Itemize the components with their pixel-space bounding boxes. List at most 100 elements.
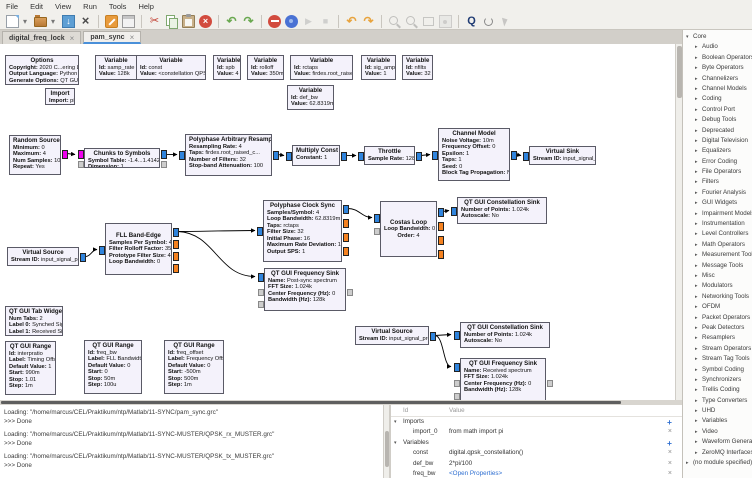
chevron-right-icon[interactable]: ▸	[695, 261, 698, 271]
block-costas-loop[interactable]: Costas LoopLoop Bandwidth: 0Order: 4	[380, 201, 437, 257]
msg-port[interactable]	[78, 161, 84, 168]
menu-edit[interactable]: Edit	[24, 0, 49, 13]
chevron-right-icon[interactable]: ▸	[695, 126, 698, 136]
tree-item-variables[interactable]: ▸Variables	[683, 416, 752, 426]
complex-port[interactable]	[432, 151, 438, 160]
complex-port[interactable]	[430, 332, 436, 341]
menu-run[interactable]: Run	[77, 0, 103, 13]
tab-close-icon[interactable]: ×	[70, 32, 75, 45]
block-fll-band-edge[interactable]: FLL Band-EdgeSamples Per Symbol: 4Filter…	[105, 223, 172, 275]
tab-close-icon[interactable]: ×	[130, 31, 135, 44]
msg-port[interactable]	[258, 301, 264, 308]
byte-port[interactable]	[62, 150, 68, 159]
var-value[interactable]: from math import pi	[449, 427, 503, 437]
rotate-cw-icon[interactable]	[362, 15, 375, 28]
copy-icon[interactable]	[165, 15, 178, 28]
complex-port[interactable]	[416, 152, 422, 161]
tree-item-deprecated[interactable]: ▸Deprecated	[683, 126, 752, 136]
tree-item-synchronizers[interactable]: ▸Synchronizers	[683, 375, 752, 385]
chevron-down-icon[interactable]: ▾	[394, 438, 397, 448]
zoom-in-icon[interactable]	[388, 15, 401, 28]
float-port[interactable]	[343, 233, 349, 242]
chevron-right-icon[interactable]: ▸	[695, 271, 698, 281]
tree-item-stream-operators[interactable]: ▸Stream Operators	[683, 344, 752, 354]
block-channel-model[interactable]: Channel ModelNoise Voltage: 10mFrequency…	[438, 128, 510, 181]
tree-item-type-converters[interactable]: ▸Type Converters	[683, 396, 752, 406]
cut-icon[interactable]	[148, 15, 161, 28]
open-file-dropdown-icon[interactable]	[51, 15, 58, 28]
add-button[interactable]: +	[667, 438, 672, 448]
block-virtual-source-2[interactable]: Virtual SourceStream ID: input_signal_pr…	[355, 326, 429, 345]
var-value[interactable]: <Open Properties>	[449, 469, 502, 478]
tree-item-math-operators[interactable]: ▸Math Operators	[683, 240, 752, 250]
new-file-icon[interactable]	[6, 15, 19, 28]
block-throttle[interactable]: ThrottleSample Rate: 128k	[364, 146, 415, 165]
chevron-right-icon[interactable]: ▸	[695, 53, 698, 63]
block-variable-sig-amp[interactable]: VariableId: sig_ampValue: 1	[361, 55, 396, 80]
msg-port[interactable]	[258, 289, 264, 296]
chevron-right-icon[interactable]: ▸	[695, 250, 698, 260]
complex-port[interactable]	[99, 246, 105, 255]
tree-item-gui-widgets[interactable]: ▸GUI Widgets	[683, 198, 752, 208]
block-chunks-to-symbols[interactable]: Chunks to SymbolsSymbol Table: -1.4...1.…	[84, 148, 160, 168]
block-qt-gui-frequency-sink-1[interactable]: QT GUI Frequency SinkName: Post-sync spe…	[264, 268, 346, 311]
remove-button[interactable]: ×	[668, 427, 672, 437]
complex-port[interactable]	[454, 363, 460, 372]
complex-port[interactable]	[358, 152, 364, 161]
tree-item-channelizers[interactable]: ▸Channelizers	[683, 74, 752, 84]
tree-item-video[interactable]: ▸Video	[683, 427, 752, 437]
tree-item-filters[interactable]: ▸Filters	[683, 177, 752, 187]
block-qt-gui-constellation-sink-1[interactable]: QT GUI Constellation SinkNumber of Point…	[457, 197, 547, 224]
chevron-right-icon[interactable]: ▸	[695, 292, 698, 302]
complex-port[interactable]	[161, 150, 167, 159]
block-variable-const[interactable]: VariableId: constValue: <constellation Q…	[136, 55, 206, 80]
chevron-down-icon[interactable]: ▾	[686, 32, 689, 42]
chevron-right-icon[interactable]: ▸	[695, 63, 698, 73]
float-port[interactable]	[343, 247, 349, 256]
tree-item-symbol-coding[interactable]: ▸Symbol Coding	[683, 365, 752, 375]
chevron-right-icon[interactable]: ▸	[695, 416, 698, 426]
chevron-right-icon[interactable]: ▸	[695, 437, 698, 447]
chevron-right-icon[interactable]: ▸	[695, 406, 698, 416]
remove-button[interactable]: ×	[668, 459, 672, 469]
var-row-import-0[interactable]: import_0from math import pi×	[391, 427, 682, 437]
chevron-right-icon[interactable]: ▸	[695, 396, 698, 406]
var-row-const[interactable]: constdigital.qpsk_constellation()×	[391, 448, 682, 458]
toggle-panel-icon[interactable]	[122, 15, 135, 28]
block-import[interactable]: ImportImport: pi	[45, 88, 75, 105]
block-polyphase-clock-sync[interactable]: Polyphase Clock SyncSamples/Symbol: 4Loo…	[263, 200, 342, 262]
tree-item-error-coding[interactable]: ▸Error Coding	[683, 157, 752, 167]
msg-port[interactable]	[454, 393, 460, 400]
new-file-dropdown-icon[interactable]	[23, 15, 30, 28]
complex-port[interactable]	[343, 205, 349, 214]
complex-port[interactable]	[454, 331, 460, 340]
reload-blocks-icon[interactable]	[482, 15, 495, 28]
kill-flowgraph-icon[interactable]	[319, 15, 332, 28]
var-value[interactable]: digital.qpsk_constellation()	[449, 448, 523, 458]
tree-item-waveform-generators[interactable]: ▸Waveform Generators	[683, 437, 752, 447]
chevron-right-icon[interactable]: ▸	[686, 458, 689, 468]
tree-item-boolean-operators[interactable]: ▸Boolean Operators	[683, 53, 752, 63]
tree-item-level-controllers[interactable]: ▸Level Controllers	[683, 229, 752, 239]
complex-port[interactable]	[257, 227, 263, 236]
select-tool-icon[interactable]	[499, 15, 512, 28]
chevron-right-icon[interactable]: ▸	[695, 198, 698, 208]
tree-item-stream-tag-tools[interactable]: ▸Stream Tag Tools	[683, 354, 752, 364]
block-variable-rctaps[interactable]: VariableId: rctapsValue: firdes.root_rai…	[290, 55, 353, 80]
chevron-right-icon[interactable]: ▸	[695, 448, 698, 458]
tree-item-modulators[interactable]: ▸Modulators	[683, 281, 752, 291]
console-scrollbar[interactable]	[383, 405, 390, 478]
tree-item-coding[interactable]: ▸Coding	[683, 94, 752, 104]
chevron-right-icon[interactable]: ▸	[695, 105, 698, 115]
var-group-imports[interactable]: ▾Imports+	[391, 417, 682, 427]
tree-item-impairment-models[interactable]: ▸Impairment Models	[683, 209, 752, 219]
tree-item-misc[interactable]: ▸Misc	[683, 271, 752, 281]
msg-port[interactable]	[374, 228, 380, 235]
float-port[interactable]	[173, 240, 179, 249]
errors-icon[interactable]	[268, 15, 281, 28]
chevron-right-icon[interactable]: ▸	[695, 177, 698, 187]
tree-item-file-operators[interactable]: ▸File Operators	[683, 167, 752, 177]
complex-port[interactable]	[374, 214, 380, 223]
msg-port[interactable]	[454, 380, 460, 387]
complex-port[interactable]	[179, 151, 185, 160]
